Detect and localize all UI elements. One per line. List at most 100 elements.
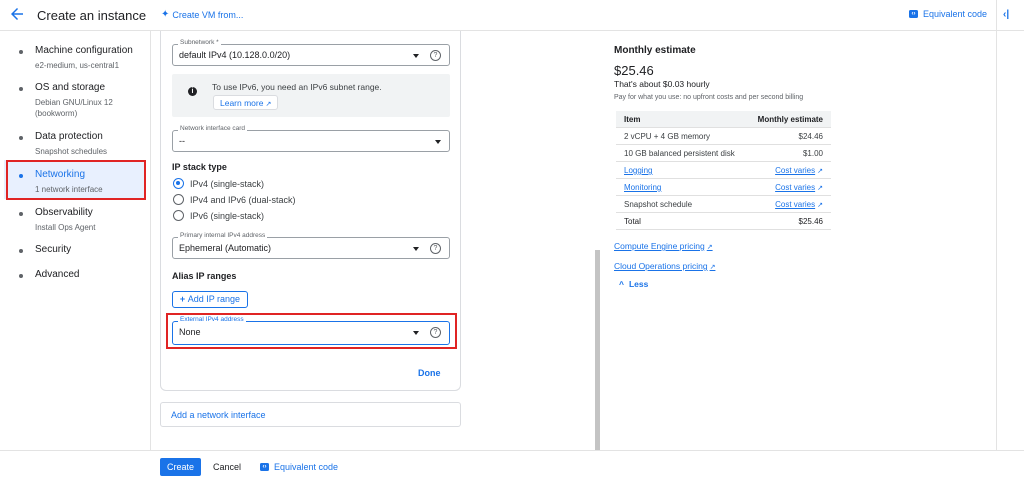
cost-varies-link[interactable]: Cost varies — [775, 200, 815, 209]
bullet-icon — [19, 50, 23, 54]
bullet-icon — [19, 136, 23, 140]
ipv6-single-radio[interactable] — [173, 210, 184, 221]
subnetwork-label: Subnetwork * — [178, 39, 221, 46]
dual-stack-radio[interactable] — [173, 194, 184, 205]
primary-ip-label: Primary internal IPv4 address — [178, 232, 268, 239]
ipv4-single-radio[interactable] — [173, 178, 184, 189]
cloud-operations-pricing-link[interactable]: Cloud Operations pricing ↗ — [614, 261, 715, 271]
nav-label: Observability — [35, 207, 93, 218]
create-vm-from-button[interactable]: ✦ Create VM from... — [161, 9, 243, 20]
table-row: Snapshot schedule Cost varies ↗ — [616, 196, 831, 213]
done-button[interactable]: Done — [418, 368, 441, 378]
create-button[interactable]: Create — [160, 458, 201, 476]
table-row: 10 GB balanced persistent disk $1.00 — [616, 145, 831, 162]
back-arrow-icon[interactable] — [8, 5, 26, 23]
networking-highlight-box — [6, 160, 146, 200]
cost-varies-link[interactable]: Cost varies — [775, 166, 815, 175]
less-label: Less — [628, 279, 649, 289]
equivalent-code-top-button[interactable]: ‹› Equivalent code — [909, 9, 987, 19]
ipv4-single-label: IPv4 (single-stack) — [190, 179, 265, 189]
compute-engine-pricing-label: Compute Engine pricing — [614, 241, 705, 251]
nav-sublabel: e2-medium, us-central1 — [35, 61, 120, 70]
table-row: Monitoring Cost varies ↗ — [616, 179, 831, 196]
code-icon: ‹› — [909, 10, 918, 18]
chevron-up-icon: ^ — [619, 279, 624, 289]
monitoring-link[interactable]: Monitoring — [624, 183, 661, 192]
table-row: Logging Cost varies ↗ — [616, 162, 831, 179]
table-row-total: Total $25.46 — [616, 213, 831, 230]
nav-sublabel: Debian GNU/Linux 12 — [35, 98, 113, 107]
collapse-panel-icon[interactable]: ‹| — [1003, 9, 1009, 20]
estimate-title: Monthly estimate — [614, 45, 696, 56]
compute-engine-pricing-link[interactable]: Compute Engine pricing ↗ — [614, 241, 713, 251]
learn-more-button[interactable]: Learn more ↗ — [213, 95, 279, 110]
bullet-icon — [19, 87, 23, 91]
ipv6-info-box: i To use IPv6, you need an IPv6 subnet r… — [172, 74, 450, 117]
row-value-link[interactable]: Cost varies ↗ — [775, 200, 823, 209]
logging-link[interactable]: Logging — [624, 166, 652, 175]
column-header-item: Item — [624, 115, 641, 124]
cost-table: Item Monthly estimate 2 vCPU + 4 GB memo… — [616, 111, 831, 230]
cloud-operations-pricing-label: Cloud Operations pricing — [614, 261, 708, 271]
ipv6-info-text: To use IPv6, you need an IPv6 subnet ran… — [212, 82, 382, 92]
estimate-amount: $25.46 — [614, 63, 654, 78]
external-ip-highlight-box — [166, 313, 457, 349]
learn-more-label: Learn more — [220, 98, 264, 108]
help-icon[interactable]: ? — [430, 50, 441, 61]
external-link-icon: ↗ — [706, 244, 713, 251]
external-link-icon: ↗ — [709, 264, 716, 271]
equivalent-code-footer-button[interactable]: ‹› Equivalent code — [260, 462, 338, 472]
row-item: Snapshot schedule — [624, 200, 693, 209]
bullet-icon — [19, 249, 23, 253]
ip-stack-title: IP stack type — [172, 162, 227, 172]
total-value: $25.46 — [798, 217, 823, 226]
chevron-down-icon — [413, 247, 419, 251]
nav-label: Machine configuration — [35, 45, 133, 56]
cost-varies-link[interactable]: Cost varies — [775, 183, 815, 192]
nic-label: Network interface card — [178, 125, 248, 132]
bullet-icon — [19, 274, 23, 278]
subnetwork-select[interactable]: Subnetwork * default IPv4 (10.128.0.0/20… — [172, 39, 450, 66]
add-ip-range-label: Add IP range — [187, 294, 241, 304]
nav-sublabel-2: (bookworm) — [35, 109, 78, 118]
nic-value: -- — [179, 136, 185, 146]
top-bar: Create an instance ✦ Create VM from... ‹… — [0, 0, 1024, 31]
external-link-icon: ↗ — [817, 202, 823, 209]
external-link-icon: ↗ — [265, 101, 272, 108]
nav-sublabel: Snapshot schedules — [35, 147, 108, 156]
help-icon[interactable]: ? — [430, 243, 441, 254]
ipv6-single-label: IPv6 (single-stack) — [190, 211, 265, 221]
footer-bar: Create Cancel ‹› Equivalent code — [0, 450, 1024, 483]
primary-ip-value: Ephemeral (Automatic) — [179, 243, 272, 253]
less-button[interactable]: ^ Less — [619, 279, 648, 289]
right-divider — [996, 0, 997, 483]
nav-sublabel: Install Ops Agent — [35, 223, 96, 232]
cancel-button[interactable]: Cancel — [213, 462, 241, 472]
add-network-interface-button[interactable]: Add a network interface — [160, 402, 461, 427]
table-header: Item Monthly estimate — [616, 111, 831, 128]
row-value: $24.46 — [798, 132, 823, 141]
primary-ip-select[interactable]: Primary internal IPv4 address Ephemeral … — [172, 232, 450, 259]
subnetwork-value: default IPv4 (10.128.0.0/20) — [179, 50, 291, 60]
total-label: Total — [624, 217, 641, 226]
row-value-link[interactable]: Cost varies ↗ — [775, 183, 823, 192]
row-item: 2 vCPU + 4 GB memory — [624, 132, 711, 141]
scrollbar[interactable] — [595, 250, 600, 451]
row-value: $1.00 — [802, 149, 823, 158]
equivalent-code-top-label: Equivalent code — [923, 9, 988, 19]
row-item: 10 GB balanced persistent disk — [624, 149, 735, 158]
estimate-note: Pay for what you use: no upfront costs a… — [614, 94, 804, 101]
nav-label: Data protection — [35, 131, 103, 142]
bullet-icon — [19, 212, 23, 216]
estimate-hourly: That's about $0.03 hourly — [614, 79, 710, 89]
nic-select[interactable]: Network interface card -- — [172, 125, 450, 152]
table-row: 2 vCPU + 4 GB memory $24.46 — [616, 128, 831, 145]
row-value-link[interactable]: Cost varies ↗ — [775, 166, 823, 175]
dual-stack-label: IPv4 and IPv6 (dual-stack) — [190, 195, 296, 205]
info-icon: i — [188, 87, 197, 96]
nav-label: OS and storage — [35, 82, 106, 93]
nav-label: Security — [35, 244, 72, 255]
page-title: Create an instance — [37, 8, 147, 23]
external-link-icon: ↗ — [817, 168, 823, 175]
add-ip-range-button[interactable]: + Add IP range — [172, 291, 248, 308]
